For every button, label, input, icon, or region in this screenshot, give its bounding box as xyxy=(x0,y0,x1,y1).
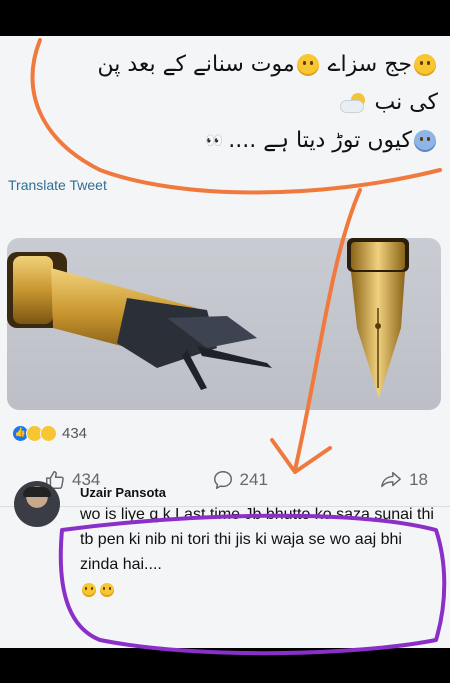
comment-author[interactable]: Uzair Pansota xyxy=(80,485,440,500)
post-line-3: کیوں توڑ دیتا ہے .... 👀 xyxy=(28,122,438,160)
comment-text: wo is liye q k Last time Jb bhutto ko sa… xyxy=(80,506,434,573)
fearful-face-icon xyxy=(296,54,319,76)
post-text-urdu: جج سزاے موت سنانے کے بعد پن کی نب کیوں ت… xyxy=(28,46,438,160)
eyes-icon: 👀 xyxy=(205,133,223,149)
post-text-segment: کیوں توڑ دیتا ہے .... xyxy=(228,128,412,153)
sun-behind-cloud-icon xyxy=(341,93,367,113)
post-text-segment: موت سنانے کے بعد پن xyxy=(97,52,295,77)
broken-pen-nib-image xyxy=(7,238,409,398)
intact-nib xyxy=(347,238,409,398)
reaction-summary[interactable]: 434 xyxy=(12,425,87,442)
post-photo[interactable] xyxy=(7,238,441,410)
wow-reaction-icon xyxy=(40,425,57,442)
translate-tweet-link[interactable]: Translate Tweet xyxy=(8,177,107,193)
comment-emojis xyxy=(80,579,440,598)
laughing-face-icon xyxy=(82,582,96,597)
post-line-2: کی نب xyxy=(28,84,438,122)
reaction-count: 434 xyxy=(62,425,88,442)
comment: Uzair Pansota wo is liye q k Last time J… xyxy=(80,485,440,598)
post-line-1: جج سزاے موت سنانے کے بعد پن xyxy=(28,46,438,84)
smiling-face-icon xyxy=(414,54,436,76)
commenter-avatar[interactable] xyxy=(14,481,60,527)
phone-frame: جج سزاے موت سنانے کے بعد پن کی نب کیوں ت… xyxy=(0,0,450,683)
post-text-segment: جج سزاے xyxy=(327,52,412,77)
post-text-segment: کی نب xyxy=(374,90,438,115)
broken-nib xyxy=(7,252,272,390)
sad-face-icon xyxy=(414,130,436,152)
laughing-face-icon xyxy=(100,582,114,597)
